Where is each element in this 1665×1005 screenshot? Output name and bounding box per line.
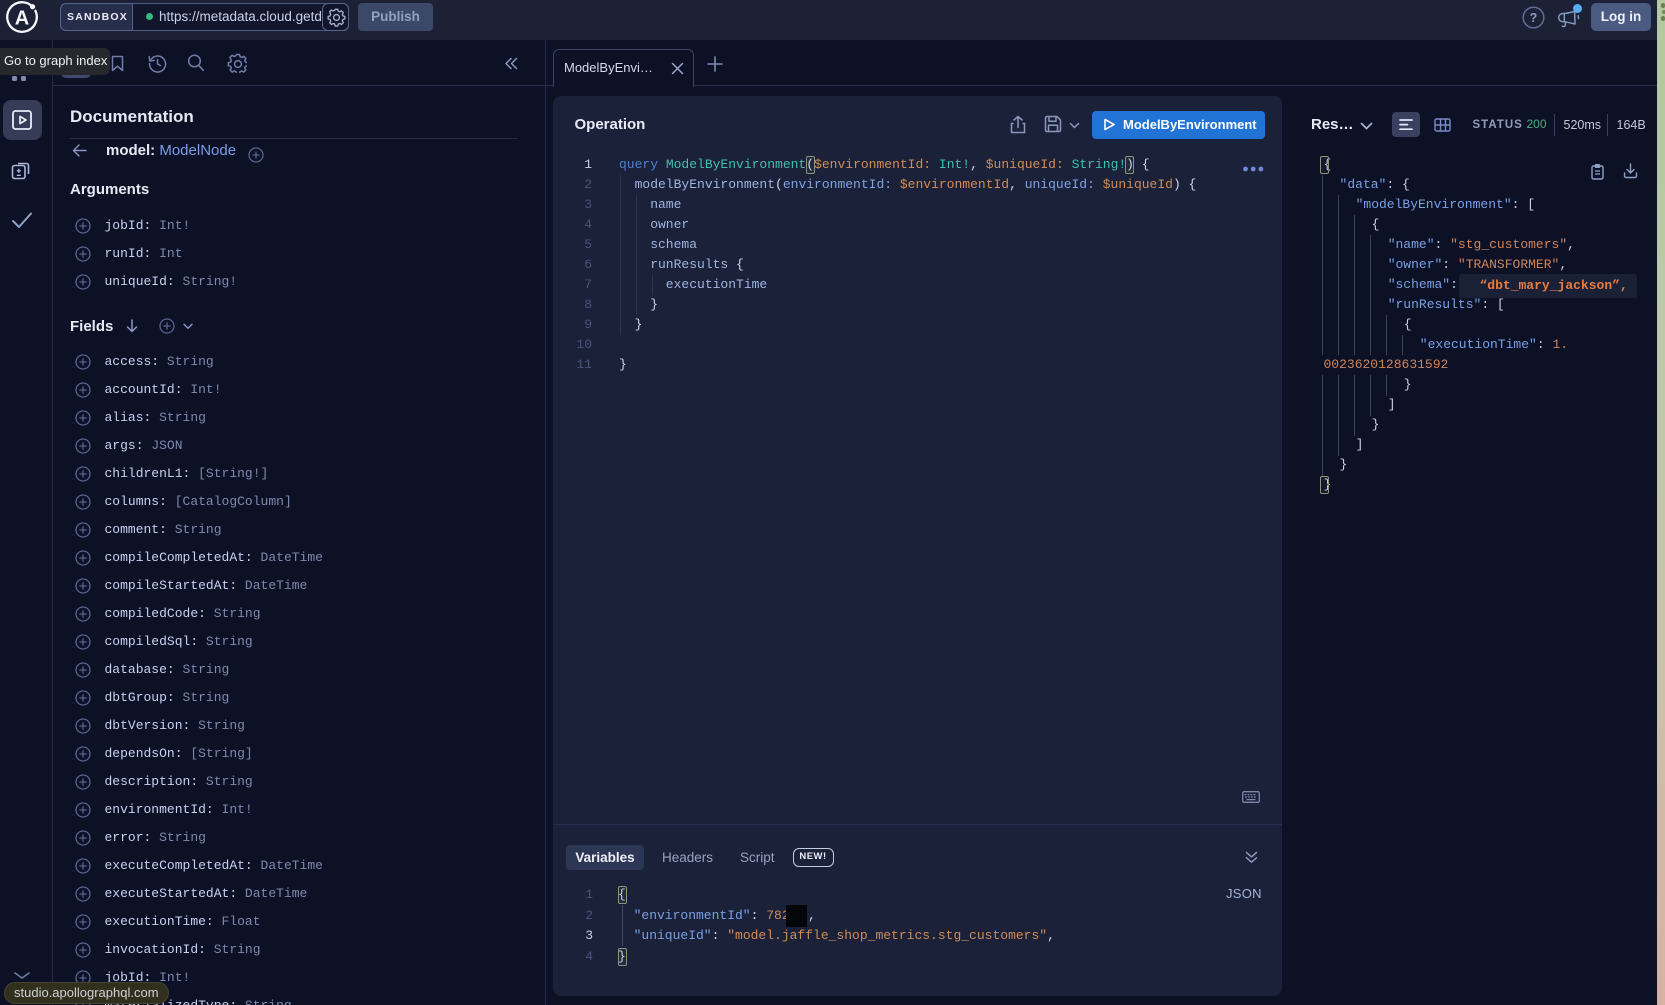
svg-text:?: ? <box>1530 11 1538 25</box>
svg-text:A: A <box>15 8 29 30</box>
